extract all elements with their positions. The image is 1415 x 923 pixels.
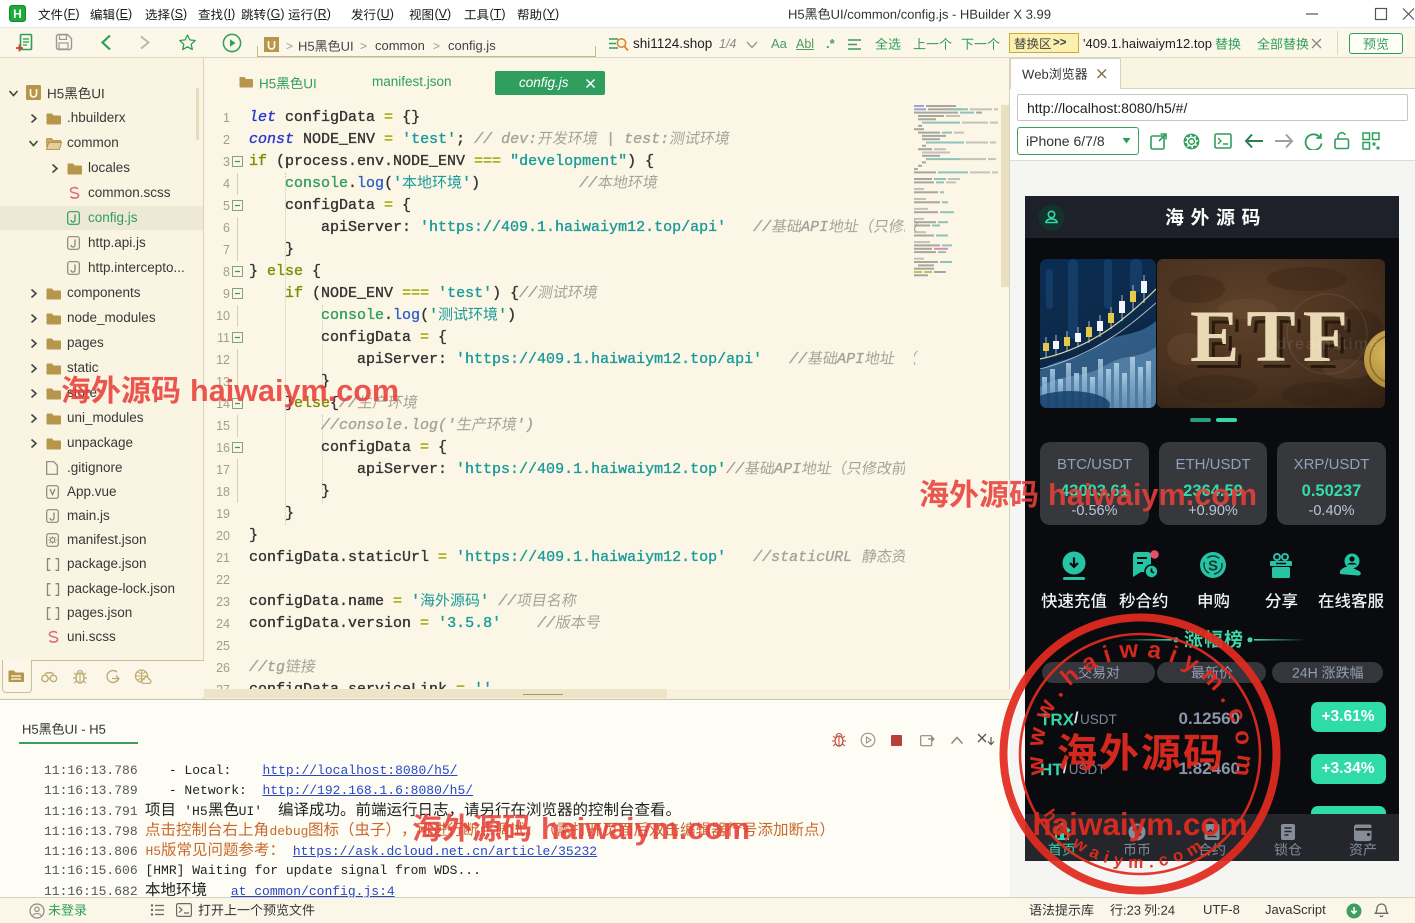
svg-text:www.haiwaiym.com: www.haiwaiym.com xyxy=(1021,635,1259,786)
svg-text:haiwaiym.com: haiwaiym.com xyxy=(1048,478,1257,512)
svg-text:haiwaiym.com: haiwaiym.com xyxy=(541,812,750,846)
svg-text:haiwaiym.com: haiwaiym.com xyxy=(190,374,399,408)
svg-text:haiwaiym.com: haiwaiym.com xyxy=(1032,806,1247,842)
svg-text:H: H xyxy=(13,7,22,21)
svg-text:S: S xyxy=(1208,558,1218,575)
